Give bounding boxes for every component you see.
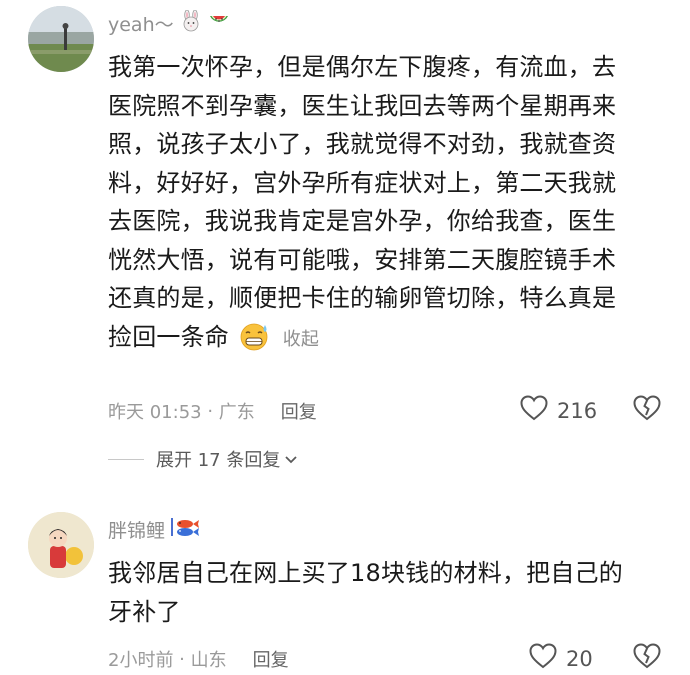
avatar[interactable] bbox=[28, 6, 94, 72]
username-text: yeah～ bbox=[108, 14, 174, 36]
location: 广东 bbox=[218, 402, 255, 423]
comment-line: 我邻居自己在网上买了18块钱的材料，把自己的 bbox=[108, 559, 623, 587]
comment-meta: 2小时前 · 山东 回复 bbox=[108, 646, 289, 672]
comment-line-text: 捡回一条命 bbox=[108, 322, 229, 351]
username[interactable]: 胖锦鲤 bbox=[108, 516, 201, 543]
username[interactable]: yeah～ bbox=[108, 9, 230, 37]
collapse-link[interactable]: 收起 bbox=[283, 329, 319, 350]
reply-button[interactable]: 回复 bbox=[253, 646, 289, 672]
divider-dash bbox=[108, 458, 144, 460]
expand-replies-label: 展开 17 条回复 bbox=[156, 450, 281, 471]
comment-line: 去医院，我说我肯定是宫外孕，你给我查，医生 bbox=[108, 207, 617, 235]
grimace-sweat-emoji-icon bbox=[237, 321, 271, 363]
like-count: 20 bbox=[566, 646, 593, 671]
like-button[interactable]: 20 bbox=[528, 642, 593, 675]
comment-line: 还真的是，顺便把卡住的输卵管切除，特么真是 bbox=[108, 284, 617, 312]
separator-dot: · bbox=[173, 648, 191, 670]
like-count: 216 bbox=[557, 398, 598, 423]
rabbit-emoji-icon bbox=[180, 9, 202, 37]
watermelon-emoji-icon bbox=[208, 10, 230, 37]
heart-icon bbox=[519, 394, 549, 427]
avatar[interactable] bbox=[28, 512, 94, 578]
dislike-button[interactable] bbox=[632, 394, 662, 426]
comment-body: 我第一次怀孕，但是偶尔左下腹疼，有流血，去 医院照不到孕囊，医生让我回去等两个星… bbox=[108, 48, 668, 362]
chevron-down-icon bbox=[284, 449, 298, 470]
broken-heart-icon bbox=[632, 395, 662, 426]
comment-line: 照，说孩子太小了，我就觉得不对劲，我就查资 bbox=[108, 130, 617, 158]
username-text: 胖锦鲤 bbox=[108, 520, 166, 542]
dislike-button[interactable] bbox=[632, 642, 662, 674]
timestamp: 2小时前 bbox=[108, 650, 174, 671]
comment-line-last: 捡回一条命 收起 bbox=[108, 318, 668, 363]
koi-fish-icon bbox=[171, 516, 201, 543]
comment-line: 料，好好好，宫外孕所有症状对上，第二天我就 bbox=[108, 168, 617, 197]
like-button[interactable]: 216 bbox=[519, 394, 597, 427]
broken-heart-icon bbox=[632, 643, 662, 674]
comment-meta: 昨天 01:53 · 广东 回复 bbox=[108, 398, 317, 424]
separator-dot: · bbox=[201, 400, 219, 422]
comment-line: 医院照不到孕囊，医生让我回去等两个星期再来 bbox=[108, 91, 617, 120]
comment-body: 我邻居自己在网上买了18块钱的材料，把自己的 牙补了 bbox=[108, 554, 668, 631]
expand-replies[interactable]: 展开 17 条回复 bbox=[108, 446, 298, 472]
location: 山东 bbox=[190, 650, 227, 671]
timestamp: 昨天 01:53 bbox=[108, 402, 202, 423]
heart-icon bbox=[528, 642, 558, 675]
comment-line: 牙补了 bbox=[108, 597, 181, 626]
comment-line: 我第一次怀孕，但是偶尔左下腹疼，有流血，去 bbox=[108, 53, 617, 81]
comment-line: 恍然大悟，说有可能哦，安排第二天腹腔镜手术 bbox=[108, 245, 617, 274]
reply-button[interactable]: 回复 bbox=[281, 398, 317, 424]
